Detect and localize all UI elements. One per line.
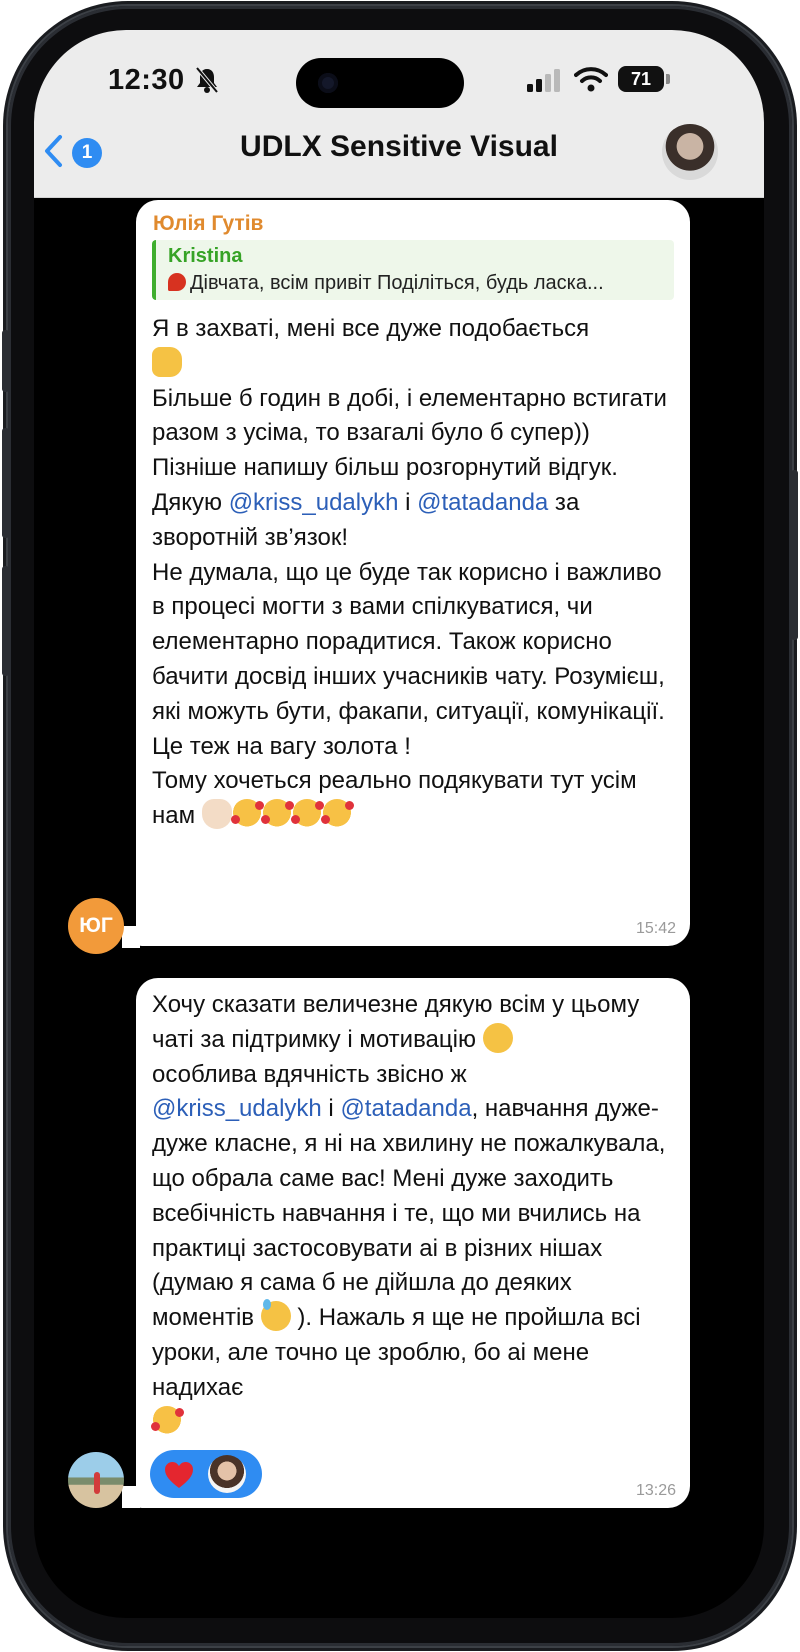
chat-title[interactable]: UDLX Sensitive Visual [34,130,764,164]
sender-avatar[interactable]: ЮГ [68,898,124,954]
mention-link[interactable]: @tatadanda [340,1095,471,1122]
smiling-face-with-hearts-icon [291,799,324,830]
side-button [2,330,9,392]
message-segment: особлива вдячність звісно ж [152,1060,467,1088]
grinning-face-with-sweat-icon [260,1299,291,1332]
smiling-face-with-hearts-icon [231,799,264,830]
chili-pepper-icon [168,273,186,291]
message-bubble[interactable]: Юлія Гутів Kristina Дівчата, всім привіт… [136,200,690,946]
signal-icon [527,69,560,92]
reply-snippet: Дівчата, всім привіт Поділіться, будь ла… [190,272,604,294]
clapping-hands-icon [201,799,232,830]
message-time: 13:26 [635,1482,676,1499]
reply-quote[interactable]: Kristina Дівчата, всім привіт Поділіться… [152,240,674,300]
screen: 12:30 71 1 UDLX Sensitive Visual Юлія Гу… [34,30,764,1618]
group-avatar[interactable] [662,124,718,180]
sender-avatar[interactable] [68,1452,124,1508]
heart-icon [165,1462,193,1488]
message-segment: Хочу сказати величезне дякую всім у цьом… [152,991,646,1053]
smiling-face-with-hearts-icon [261,799,294,830]
camera-icon [318,73,338,93]
bubble-tail [122,1486,140,1508]
mention-link[interactable]: @kriss_udalykh [152,1095,322,1122]
volume-down-button [2,566,9,676]
volume-up-button [2,428,9,538]
wifi-icon [574,67,608,92]
message-text: Хочу сказати величезне дякую всім у цьом… [152,988,678,1440]
message-segment: за зворотній зв’язок! Не думала, що це б… [152,488,665,830]
reply-text: Дівчата, всім привіт Поділіться, будь ла… [168,272,668,295]
message-bubble[interactable]: Хочу сказати величезне дякую всім у цьом… [136,978,690,1508]
reply-author: Kristina [168,245,243,267]
smiling-face-with-hearts-icon [321,799,354,830]
chat-header: 12:30 71 1 UDLX Sensitive Visual [34,30,764,198]
bubble-tail [122,926,140,948]
thumbs-up-icon [152,346,182,377]
message-segment: Я в захваті, мені все дуже подобається [152,315,590,342]
reaction-user-avatar [208,1455,246,1493]
power-button [791,470,798,640]
bell-slash-icon [195,66,219,94]
dynamic-island [296,58,464,108]
battery-icon: 71 [618,66,664,92]
mention-link[interactable]: @kriss_udalykh [229,489,399,516]
message-segment: і [398,488,418,516]
message-time: 15:42 [635,920,676,937]
battery-tip [666,74,670,84]
message-text: Я в захваті, мені все дуже подобається Б… [152,312,678,834]
reaction-pill[interactable] [150,1450,262,1498]
hugging-face-icon [482,1022,513,1053]
sender-name[interactable]: Юлія Гутів [153,212,263,236]
message-segment: і [321,1095,341,1123]
mention-link[interactable]: @tatadanda [417,489,548,516]
smiling-face-with-hearts-icon [152,1405,184,1436]
status-time: 12:30 [108,64,185,96]
message-segment: , навчання дуже-дуже класне, я ні на хви… [152,1095,673,1332]
